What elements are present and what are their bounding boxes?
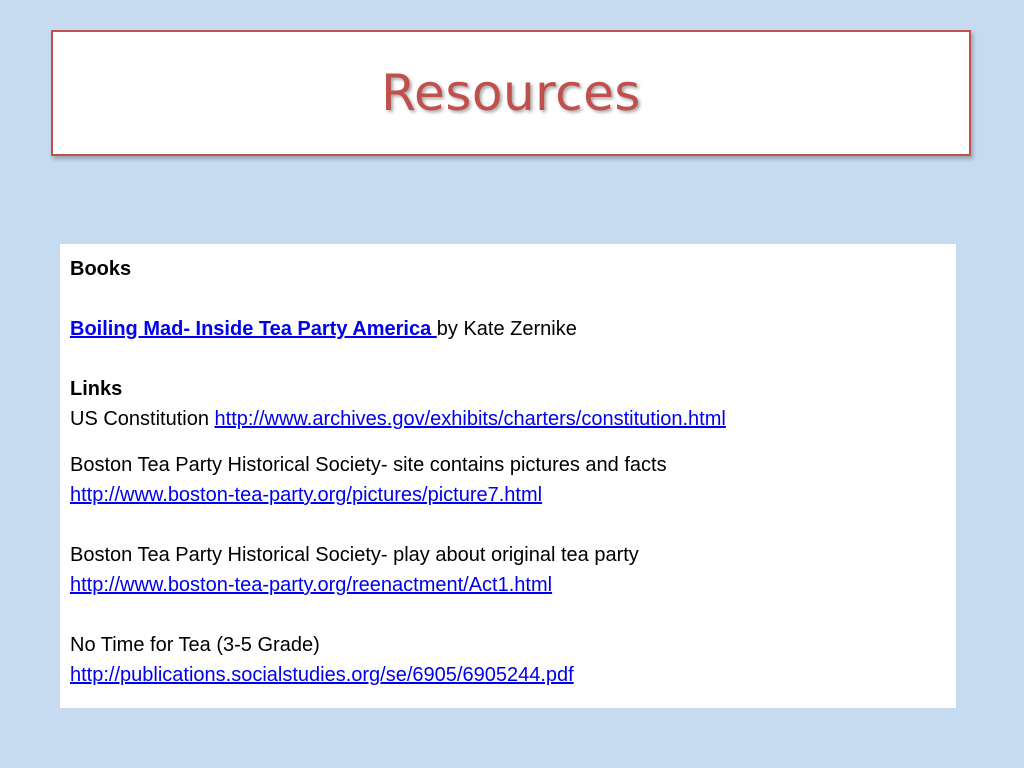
constitution-link[interactable]: http://www.archives.gov/exhibits/charter… [215,408,726,430]
link-label: Boston Tea Party Historical Society- pla… [70,544,639,566]
links-heading: Links [70,378,123,400]
reenactment-link[interactable]: http://www.boston-tea-party.org/reenactm… [70,574,552,596]
no-time-for-tea-link[interactable]: http://publications.socialstudies.org/se… [70,664,574,686]
book-author: by Kate Zernike [436,318,577,340]
pictures-link[interactable]: http://www.boston-tea-party.org/pictures… [70,484,542,506]
link-item-reenactment: http://www.boston-tea-party.org/reenactm… [70,570,946,600]
book-title-link[interactable]: Boiling Mad- Inside Tea Party America [70,318,437,340]
link-label: US Constitution [70,408,215,430]
slide: Resources Books Boiling Mad- Inside Tea … [0,0,1024,768]
link-item-no-time-for-tea: http://publications.socialstudies.org/se… [70,660,946,690]
slide-title: Resources [381,64,641,122]
content-box: Books Boiling Mad- Inside Tea Party Amer… [60,244,956,708]
book-entry: Boiling Mad- Inside Tea Party America by… [70,314,946,344]
title-box: Resources [51,30,971,156]
books-heading: Books [70,258,132,280]
link-label: Boston Tea Party Historical Society- sit… [70,454,667,476]
link-item-pictures: http://www.boston-tea-party.org/pictures… [70,480,946,510]
link-item-constitution: US Constitution http://www.archives.gov/… [70,404,946,434]
link-label: No Time for Tea (3-5 Grade) [70,634,320,656]
